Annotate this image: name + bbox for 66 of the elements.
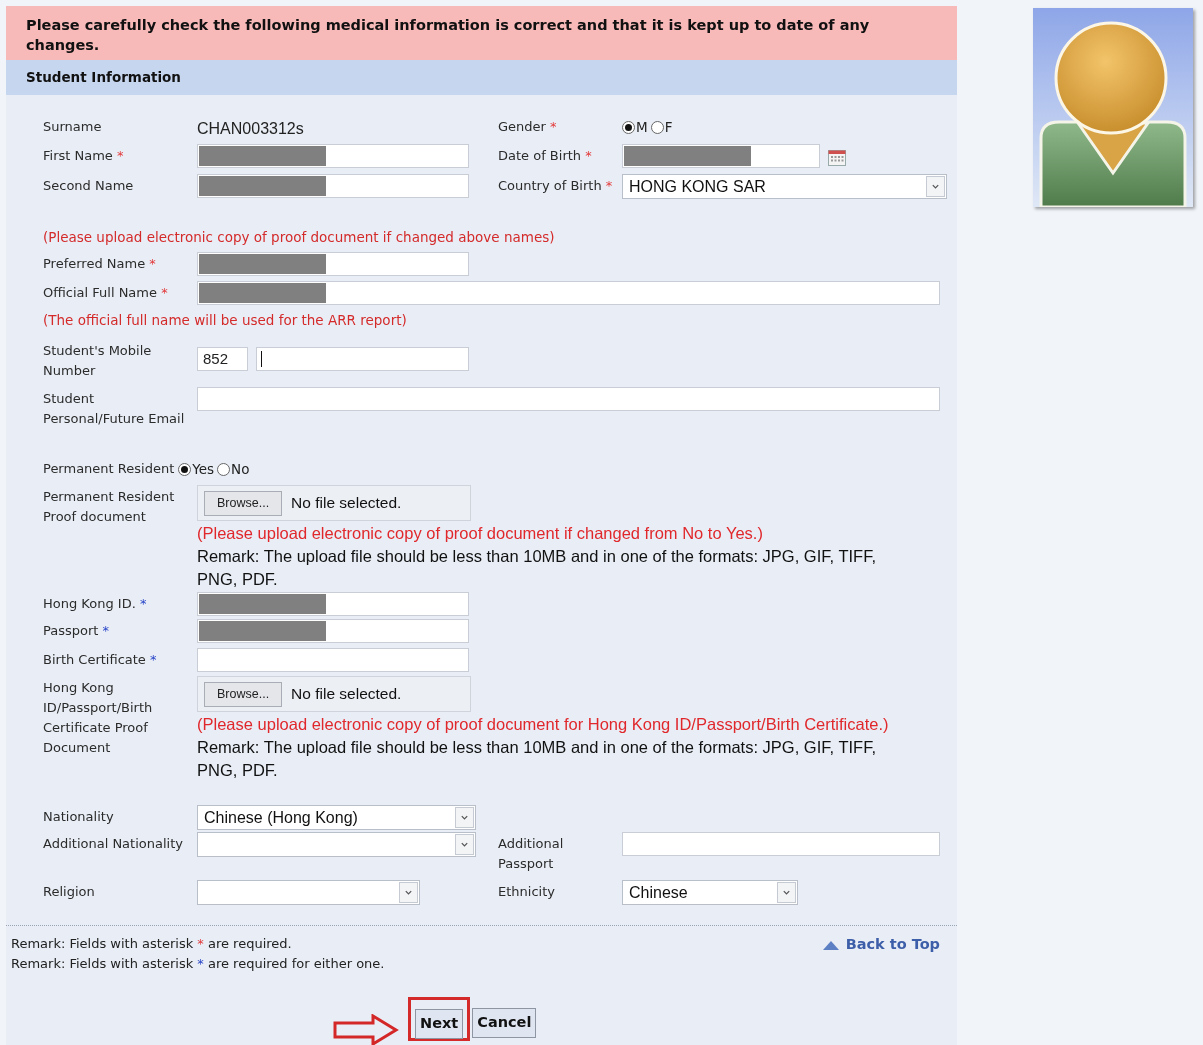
radio-option[interactable]: M bbox=[622, 118, 648, 136]
file-upload[interactable]: Browse... No file selected. bbox=[197, 676, 471, 712]
right-arrow-icon bbox=[333, 1014, 399, 1045]
input-field[interactable] bbox=[197, 619, 469, 643]
back-to-top-link[interactable]: Back to Top bbox=[822, 934, 940, 956]
dropdown[interactable]: Chinese bbox=[622, 880, 798, 905]
input-field[interactable] bbox=[197, 648, 469, 672]
field-label: Preferred Name * bbox=[43, 256, 156, 271]
remark-text: Remark: Fields with asterisk * are required. bbox=[11, 935, 293, 953]
text-cursor bbox=[261, 351, 262, 367]
field-label: Gender * bbox=[498, 119, 557, 134]
dropdown[interactable] bbox=[197, 880, 420, 905]
field-label: Additional Nationality bbox=[43, 836, 183, 851]
input-field[interactable] bbox=[256, 347, 469, 371]
input-field[interactable]: 852 bbox=[197, 347, 248, 371]
field-label: Date of Birth * bbox=[498, 148, 592, 163]
file-upload[interactable]: Browse... No file selected. bbox=[197, 485, 471, 521]
field-label: Birth Certificate * bbox=[43, 652, 157, 667]
radio-option[interactable]: F bbox=[650, 118, 673, 136]
note-text: (The official full name will be used for the ARR report) bbox=[43, 311, 407, 330]
input-field[interactable] bbox=[197, 281, 940, 305]
upload-remark: Remark: The upload file should be less than 10MB and in one of the formats: JPG, GIF, TIFF, PNG, PDF. bbox=[197, 737, 877, 781]
field-label: Permanent Resident bbox=[43, 461, 175, 476]
upload-remark: Remark: The upload file should be less than 10MB and in one of the formats: JPG, GIF, TIFF, PNG, PDF. bbox=[197, 546, 877, 590]
field-label: Passport * bbox=[43, 623, 110, 638]
notice-banner: Please carefully check the following medical information is correct and that it is kept up to date of any changes. bbox=[6, 6, 957, 60]
browse-button[interactable]: Browse... bbox=[204, 490, 283, 516]
field-label: Official Full Name * bbox=[43, 285, 168, 300]
note-text: (Please upload electronic copy of proof document if changed above names) bbox=[43, 228, 555, 247]
radio-option[interactable]: No bbox=[217, 460, 250, 478]
action-button[interactable]: Next bbox=[415, 1009, 464, 1039]
action-button[interactable]: Cancel bbox=[472, 1008, 537, 1038]
field-label: Country of Birth * bbox=[498, 178, 613, 193]
field-label: Surname bbox=[43, 119, 102, 134]
field-label: Student's Mobile Number bbox=[43, 343, 152, 378]
upload-note: (Please upload electronic copy of proof document for Hong Kong ID/Passport/Birth Certificate.) bbox=[197, 714, 890, 735]
input-field[interactable] bbox=[197, 387, 940, 411]
field-label: Hong Kong ID. * bbox=[43, 596, 147, 611]
section-header: Student Information bbox=[6, 60, 957, 95]
field-label: Religion bbox=[43, 884, 95, 899]
dropdown[interactable]: Chinese (Hong Kong) bbox=[197, 805, 476, 830]
field-label: Permanent Resident Proof document bbox=[43, 489, 175, 524]
input-field[interactable] bbox=[197, 592, 469, 616]
field-label: First Name * bbox=[43, 148, 124, 163]
upload-note: (Please upload electronic copy of proof document if changed from No to Yes.) bbox=[197, 523, 764, 544]
field-label: Ethnicity bbox=[498, 884, 555, 899]
browse-button[interactable]: Browse... bbox=[204, 681, 283, 707]
field-value: CHAN003312s bbox=[197, 119, 304, 139]
input-field[interactable] bbox=[622, 832, 940, 856]
dropdown[interactable] bbox=[197, 832, 476, 857]
remark-text: Remark: Fields with asterisk * are required for either one. bbox=[11, 955, 385, 973]
field-label: Student Personal/Future Email bbox=[43, 391, 185, 426]
dropdown[interactable]: HONG KONG SAR bbox=[622, 174, 947, 199]
input-field[interactable] bbox=[197, 144, 469, 168]
field-label: Nationality bbox=[43, 809, 114, 824]
input-field[interactable] bbox=[197, 252, 469, 276]
file-status: No file selected. bbox=[291, 493, 402, 514]
triangle-up-icon bbox=[822, 939, 839, 950]
calendar-icon[interactable] bbox=[828, 150, 846, 166]
field-label: Additional Passport bbox=[498, 836, 564, 871]
input-field[interactable] bbox=[197, 174, 469, 198]
input-field[interactable] bbox=[622, 144, 820, 168]
file-status: No file selected. bbox=[291, 684, 402, 705]
field-label: Hong Kong ID/Passport/Birth Certificate Proof Document bbox=[43, 680, 153, 755]
radio-option[interactable]: Yes bbox=[178, 460, 215, 478]
field-label: Second Name bbox=[43, 178, 134, 193]
